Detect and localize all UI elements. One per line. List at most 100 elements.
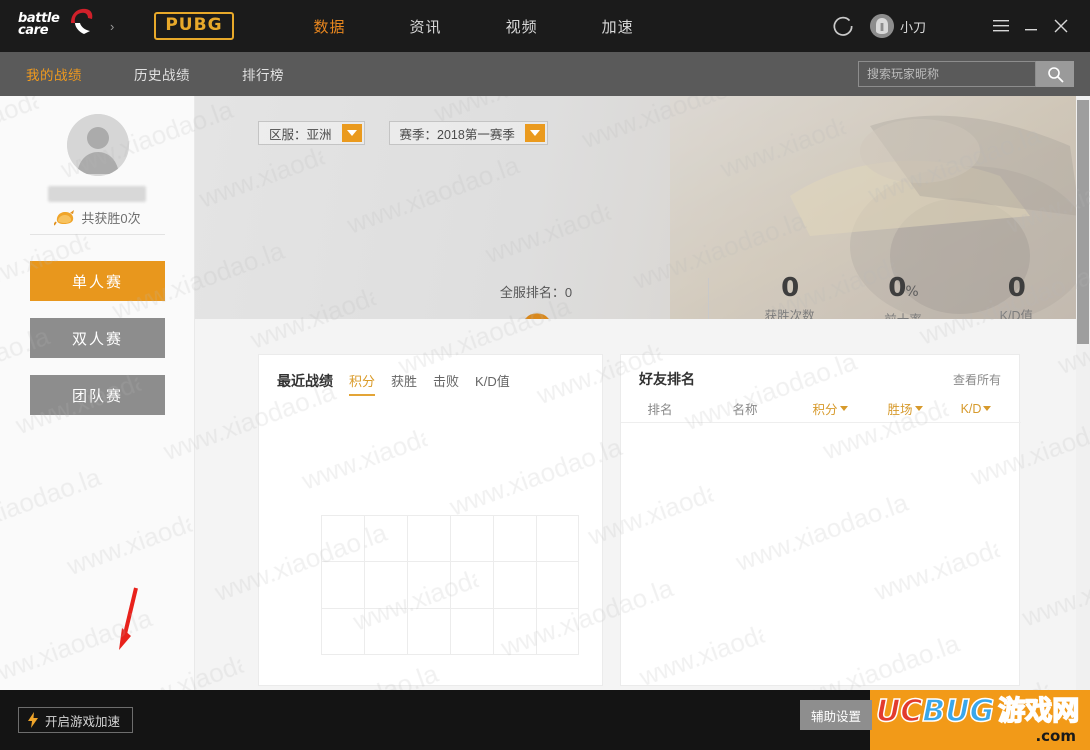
roast-chicken-icon <box>54 210 75 226</box>
recent-records-title: 最近战绩 <box>277 373 333 389</box>
nav-item-video[interactable]: 视频 <box>474 16 570 37</box>
helmet-avatar-icon <box>869 14 894 38</box>
chevron-down-icon <box>524 124 545 142</box>
banner-filters: 区服：亚洲 赛季：2018第一赛季 <box>258 121 548 145</box>
sort-down-icon <box>839 406 848 411</box>
sidebar: 共获胜0次 单人赛 双人赛 团队赛 <box>0 96 195 690</box>
stat-kd-value: 0 <box>1007 273 1026 303</box>
mode-squad-button[interactable]: 团队赛 <box>30 375 165 415</box>
region-filter-label: 区服：亚洲 <box>269 127 332 142</box>
brand-logo-line2: care <box>18 23 49 38</box>
close-icon[interactable] <box>1046 11 1076 41</box>
stat-kd-label: K/D值 <box>999 309 1033 319</box>
nav-item-boost[interactable]: 加速 <box>570 16 666 37</box>
window-controls <box>986 11 1076 41</box>
column-rank: 排名 <box>621 399 699 418</box>
vertical-scrollbar-thumb[interactable] <box>1077 100 1089 344</box>
banner-divider <box>708 278 709 319</box>
helmet-icon <box>71 8 93 34</box>
column-kd[interactable]: K/D <box>941 402 1011 416</box>
nav-item-news[interactable]: 资讯 <box>378 16 474 37</box>
boost-label: 开启游戏加速 <box>45 714 121 729</box>
header-right-controls: 小刀 <box>830 0 1090 52</box>
ucbug-bug-text: BUG <box>922 694 995 729</box>
friends-ranking-card: 好友排名 查看所有 排名 名称 积分 胜场 K/D <box>620 354 1021 686</box>
sort-down-icon <box>914 406 923 411</box>
pubg-logo[interactable]: PUBG <box>154 12 234 40</box>
column-name-label: 名称 <box>732 403 758 417</box>
stat-wins: 0 获胜次数 <box>733 274 846 319</box>
recent-tab-wins[interactable]: 获胜 <box>391 371 417 394</box>
search-input[interactable] <box>858 61 1036 87</box>
sub-nav: 我的战绩 历史战绩 排行榜 <box>0 52 1090 96</box>
search-button[interactable] <box>1036 61 1074 87</box>
score-block: 0 积分 <box>519 308 555 319</box>
recent-tab-score[interactable]: 积分 <box>349 371 376 396</box>
stats-banner: 区服：亚洲 赛季：2018第一赛季 全服排名：0 0 积分 <box>195 96 1090 319</box>
default-avatar-icon <box>67 114 129 176</box>
sort-down-icon <box>983 406 992 411</box>
recent-tab-kills[interactable]: 击败 <box>433 371 459 394</box>
main-nav: 数据 资讯 视频 加速 <box>282 16 666 37</box>
battlecare-logo-icon: battle care <box>18 8 96 43</box>
stat-wins-label: 获胜次数 <box>764 309 815 319</box>
tab-history-records[interactable]: 历史战绩 <box>108 64 216 84</box>
player-avatar[interactable] <box>67 114 129 176</box>
avatar <box>869 14 894 38</box>
region-filter[interactable]: 区服：亚洲 <box>258 121 365 145</box>
ucbug-uc-text: UC <box>875 694 923 729</box>
stat-kd: 0 K/D值 <box>960 274 1073 319</box>
friends-ranking-title: 好友排名 <box>639 371 695 387</box>
stats-grid: 0 获胜次数 0% 前十率 0 K/D值 0 总场次 <box>733 274 1073 319</box>
minimize-icon[interactable] <box>1016 11 1046 41</box>
stat-top10-rate-label: 前十率 <box>846 309 959 319</box>
recent-records-card: 最近战绩 积分 获胜 击败 K/D值 <box>258 354 603 686</box>
menu-icon[interactable] <box>986 11 1016 41</box>
stat-top10-rate-value: 0 <box>888 273 906 303</box>
vertical-scrollbar-track[interactable] <box>1076 96 1090 690</box>
aux-settings-button[interactable]: 辅助设置 <box>800 700 872 730</box>
ucbug-brand: UC BUG 游戏网 <box>875 694 1080 729</box>
win-count-row: 共获胜0次 <box>0 208 195 227</box>
chart-gridlines <box>321 515 579 655</box>
start-game-boost-button[interactable]: 开启游戏加速 <box>18 707 134 733</box>
column-score-label: 积分 <box>812 403 838 417</box>
search-box <box>858 61 1074 87</box>
column-name: 名称 <box>699 399 791 418</box>
nav-item-data[interactable]: 数据 <box>282 16 378 37</box>
percent-sign: % <box>905 284 918 300</box>
recent-tab-kd[interactable]: K/D值 <box>475 371 510 394</box>
win-count-text: 共获胜0次 <box>81 211 141 226</box>
friends-table-header: 排名 名称 积分 胜场 K/D <box>621 395 1021 423</box>
user-menu[interactable]: 小刀 <box>869 14 926 38</box>
column-wins[interactable]: 胜场 <box>869 399 941 418</box>
global-rank-label: 全服排名：0 <box>499 285 573 300</box>
brand-logo[interactable]: battle care › PUBG <box>0 8 234 43</box>
ucbug-watermark-logo: UC BUG 游戏网 .com <box>870 690 1090 750</box>
search-icon <box>1047 66 1064 83</box>
ucbug-domain-text: .com <box>1035 727 1076 745</box>
column-rank-label: 排名 <box>647 403 673 417</box>
mode-solo-button[interactable]: 单人赛 <box>30 261 165 301</box>
score-value: 0 <box>519 308 555 319</box>
sidebar-divider <box>30 234 165 235</box>
season-filter[interactable]: 赛季：2018第一赛季 <box>388 121 548 145</box>
chevron-right-icon: › <box>110 18 115 34</box>
tab-leaderboard[interactable]: 排行榜 <box>216 64 310 84</box>
recent-records-chart <box>321 515 579 655</box>
refresh-icon[interactable] <box>830 13 856 39</box>
season-filter-label: 赛季：2018第一赛季 <box>399 127 515 142</box>
tab-my-records[interactable]: 我的战绩 <box>0 64 108 84</box>
player-name-blurred <box>48 186 146 202</box>
user-name: 小刀 <box>899 19 926 35</box>
recent-records-tabs: 最近战绩 积分 获胜 击败 K/D值 <box>277 371 526 396</box>
column-score[interactable]: 积分 <box>791 399 869 418</box>
main-panel: 区服：亚洲 赛季：2018第一赛季 全服排名：0 0 积分 <box>195 96 1090 690</box>
stat-top10-rate: 0% 前十率 <box>846 274 959 319</box>
column-kd-label: K/D <box>960 401 982 416</box>
title-bar: battle care › PUBG 数据 资讯 视频 加速 小刀 <box>0 0 1090 52</box>
sub-nav-tabs: 我的战绩 历史战绩 排行榜 <box>0 64 310 84</box>
view-all-link[interactable]: 查看所有 <box>953 371 1001 388</box>
stat-wins-value: 0 <box>781 273 799 303</box>
mode-duo-button[interactable]: 双人赛 <box>30 318 165 358</box>
